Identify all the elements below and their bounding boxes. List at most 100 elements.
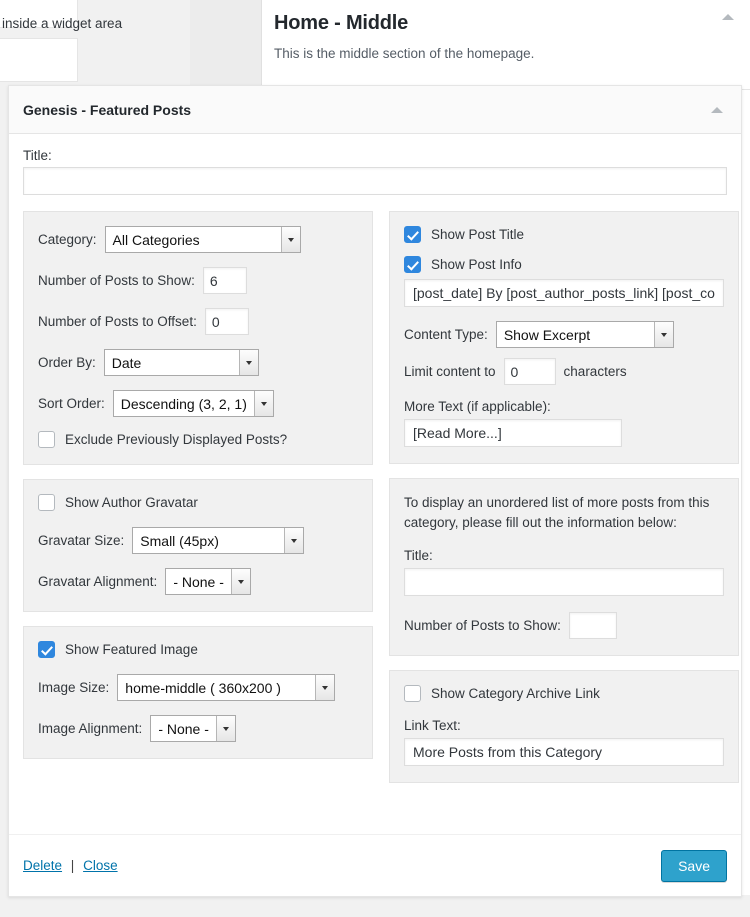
chevron-down-icon [215, 716, 235, 741]
posts-to-offset-input[interactable] [204, 308, 249, 335]
gravatar-size-select-value: Small (45px) [140, 532, 219, 549]
footer-separator: | [70, 858, 75, 873]
right-column: Show Post Title Show Post Info Content T… [389, 211, 739, 784]
gravatar-size-row: Gravatar Size: Small (45px) [38, 527, 358, 554]
content-type-select[interactable]: Show Excerpt [495, 321, 674, 348]
sort-order-label: Sort Order: [38, 396, 105, 411]
gravatar-size-select[interactable]: Small (45px) [132, 527, 305, 554]
image-alignment-row: Image Alignment: - None - [38, 715, 358, 742]
gravatar-size-label: Gravatar Size: [38, 533, 125, 548]
chevron-down-icon [284, 528, 304, 553]
limit-content-row: Limit content to characters [404, 358, 724, 385]
gravatar-alignment-label: Gravatar Alignment: [38, 574, 158, 589]
post-query-fieldset: Category: All Categories Number of Posts… [23, 211, 373, 465]
show-post-title-checkbox[interactable] [404, 226, 421, 243]
gravatar-alignment-select-value: - None - [173, 573, 224, 590]
more-text-input[interactable] [404, 419, 622, 447]
more-text-label: More Text (if applicable): [404, 399, 551, 414]
posts-to-show-label: Number of Posts to Show: [38, 273, 195, 288]
archive-link-fieldset: Show Category Archive Link Link Text: [389, 670, 739, 784]
category-select[interactable]: All Categories [104, 226, 301, 253]
chevron-down-icon [230, 569, 250, 594]
image-alignment-select-value: - None - [158, 720, 209, 737]
order-by-label: Order By: [38, 355, 96, 370]
sort-order-row: Sort Order: Descending (3, 2, 1) [38, 390, 358, 417]
widget-panel-header[interactable]: Genesis - Featured Posts [9, 86, 741, 134]
limit-content-input[interactable] [503, 358, 556, 385]
show-post-info-row[interactable]: Show Post Info [404, 256, 724, 273]
sort-order-select[interactable]: Descending (3, 2, 1) [112, 390, 274, 417]
background-footer-strip [0, 895, 262, 917]
background-widget-box[interactable] [0, 38, 78, 82]
show-author-gravatar-checkbox[interactable] [38, 494, 55, 511]
footer-links: Delete | Close [23, 858, 118, 873]
chevron-up-icon[interactable] [722, 14, 734, 20]
order-by-select[interactable]: Date [103, 349, 259, 376]
post-info-input-wrap [404, 279, 724, 307]
save-button[interactable]: Save [661, 849, 727, 882]
post-info-input[interactable] [404, 279, 724, 307]
limit-content-prefix-label: Limit content to [404, 364, 496, 379]
widget-title-input[interactable] [23, 167, 727, 195]
background-widget-label [0, 39, 77, 61]
gravatar-alignment-select[interactable]: - None - [165, 568, 251, 595]
chevron-down-icon [253, 391, 273, 416]
show-post-title-row[interactable]: Show Post Title [404, 226, 724, 243]
posts-to-show-row: Number of Posts to Show: [38, 267, 358, 294]
widget-title-label: Title: [23, 148, 52, 163]
close-link[interactable]: Close [83, 858, 118, 873]
chevron-down-icon [315, 675, 335, 700]
category-select-value: All Categories [112, 231, 200, 248]
sidebar-title: Home - Middle [274, 12, 409, 34]
image-size-label: Image Size: [38, 680, 110, 695]
chevron-down-icon [238, 350, 258, 375]
show-featured-image-checkbox[interactable] [38, 641, 55, 658]
chevron-down-icon [280, 227, 300, 252]
category-row: Category: All Categories [38, 226, 358, 253]
exclude-previous-posts-label: Exclude Previously Displayed Posts? [65, 432, 288, 447]
chevron-up-icon[interactable] [711, 107, 723, 113]
link-text-label: Link Text: [404, 718, 461, 734]
posts-to-show-input[interactable] [202, 267, 247, 294]
posts-to-offset-label: Number of Posts to Offset: [38, 314, 197, 329]
show-category-archive-link-checkbox[interactable] [404, 685, 421, 703]
show-author-gravatar-label: Show Author Gravatar [65, 495, 198, 510]
image-alignment-label: Image Alignment: [38, 721, 143, 736]
content-type-select-value: Show Excerpt [503, 326, 591, 343]
posts-to-offset-row: Number of Posts to Offset: [38, 308, 358, 335]
show-featured-image-label: Show Featured Image [65, 642, 198, 657]
sidebar-header: Home - Middle This is the middle section… [262, 0, 750, 90]
widget-title: Genesis - Featured Posts [23, 101, 192, 118]
extra-posts-count-input[interactable] [568, 612, 617, 640]
link-text-input[interactable] [404, 738, 724, 767]
limit-content-suffix-label: characters [563, 364, 627, 379]
image-alignment-select[interactable]: - None - [150, 715, 236, 742]
widget-settings-panel: Genesis - Featured Posts Title: Category… [8, 85, 742, 897]
show-category-archive-link-label: Show Category Archive Link [431, 686, 600, 702]
background-widget-label [0, 0, 77, 5]
extra-posts-fieldset: To display an unordered list of more pos… [389, 478, 739, 657]
widget-panel-footer: Delete | Close Save [9, 834, 741, 896]
order-by-row: Order By: Date [38, 349, 358, 376]
image-size-select[interactable]: home-middle ( 360x200 ) [117, 674, 336, 701]
content-type-row: Content Type: Show Excerpt [404, 321, 724, 348]
extra-posts-help-text: To display an unordered list of more pos… [404, 495, 710, 530]
sort-order-select-value: Descending (3, 2, 1) [120, 395, 247, 412]
order-by-select-value: Date [111, 354, 142, 371]
gravatar-fieldset: Show Author Gravatar Gravatar Size: Smal… [23, 479, 373, 612]
gravatar-alignment-row: Gravatar Alignment: - None - [38, 568, 358, 595]
extra-posts-count-row: Number of Posts to Show: [404, 612, 724, 640]
exclude-previous-posts-checkbox[interactable] [38, 431, 55, 448]
show-post-title-label: Show Post Title [431, 227, 525, 242]
show-category-archive-link-row[interactable]: Show Category Archive Link [404, 685, 724, 703]
exclude-previous-posts-row[interactable]: Exclude Previously Displayed Posts? [38, 431, 358, 448]
post-content-fieldset: Show Post Title Show Post Info Content T… [389, 211, 739, 464]
extra-posts-title-input[interactable] [404, 568, 724, 597]
show-featured-image-row[interactable]: Show Featured Image [38, 641, 358, 658]
image-size-select-value: home-middle ( 360x200 ) [125, 679, 281, 696]
delete-link[interactable]: Delete [23, 858, 62, 873]
category-label: Category: [38, 232, 97, 247]
show-post-info-checkbox[interactable] [404, 256, 421, 273]
show-author-gravatar-row[interactable]: Show Author Gravatar [38, 494, 358, 511]
chevron-down-icon [653, 322, 673, 347]
